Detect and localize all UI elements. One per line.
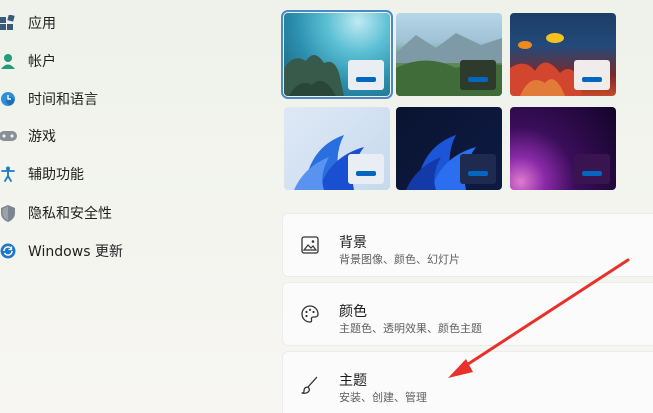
sidebar-item-label: 帐户 — [28, 54, 56, 70]
time-language-icon — [0, 89, 18, 109]
card-subtitle: 主题色、透明效果、颜色主题 — [339, 322, 482, 335]
window-preview — [348, 60, 384, 90]
sidebar-item-accounts[interactable]: 帐户 — [0, 46, 250, 76]
sidebar-item-label: 辅助功能 — [28, 167, 84, 183]
sidebar-item-gaming[interactable]: 游戏 — [0, 121, 250, 151]
sidebar-item-label: 隐私和安全性 — [28, 206, 112, 222]
window-preview — [574, 60, 610, 90]
theme-thumbnail-coral-reef[interactable] — [510, 13, 616, 96]
card-title: 颜色 — [339, 304, 367, 320]
themes-settings-card[interactable]: 主题 安装、创建、管理 — [282, 351, 653, 413]
accessibility-icon — [0, 164, 18, 184]
background-settings-card[interactable]: 背景 背景图像、颜色、幻灯片 — [282, 213, 653, 277]
card-title: 背景 — [339, 235, 367, 251]
account-icon — [0, 51, 18, 71]
settings-sidebar: 应用 帐户 时间和语言 游戏 辅助功能 隐私和安全性 Windows 更新 — [0, 0, 260, 413]
windows-update-icon — [0, 241, 18, 261]
colors-settings-card[interactable]: 颜色 主题色、透明效果、颜色主题 — [282, 282, 653, 346]
sidebar-item-accessibility[interactable]: 辅助功能 — [0, 159, 250, 189]
gaming-icon — [0, 126, 18, 146]
sidebar-item-label: Windows 更新 — [28, 244, 123, 260]
card-subtitle: 背景图像、颜色、幻灯片 — [339, 253, 460, 266]
image-icon — [301, 236, 321, 256]
brush-icon — [301, 376, 321, 396]
sidebar-item-privacy[interactable]: 隐私和安全性 — [0, 198, 250, 228]
card-title: 主题 — [339, 373, 367, 389]
theme-thumbnail-glow[interactable] — [510, 107, 616, 190]
sidebar-item-label: 时间和语言 — [28, 92, 98, 108]
sidebar-item-apps[interactable]: 应用 — [0, 8, 250, 38]
card-subtitle: 安装、创建、管理 — [339, 391, 427, 404]
window-preview — [460, 154, 496, 184]
theme-thumbnail-underwater[interactable] — [281, 10, 393, 99]
window-preview — [574, 154, 610, 184]
theme-thumbnail-landscape[interactable] — [396, 13, 502, 96]
palette-icon — [301, 305, 321, 325]
sidebar-item-label: 应用 — [28, 16, 56, 32]
sidebar-item-label: 游戏 — [28, 129, 56, 145]
apps-icon — [0, 13, 18, 33]
theme-thumbnail-windows-light[interactable] — [284, 107, 390, 190]
privacy-shield-icon — [0, 203, 18, 223]
window-preview — [348, 154, 384, 184]
theme-thumbnail-windows-dark[interactable] — [396, 107, 502, 190]
sidebar-item-windows-update[interactable]: Windows 更新 — [0, 236, 250, 266]
window-preview — [460, 60, 496, 90]
sidebar-item-time-language[interactable]: 时间和语言 — [0, 84, 250, 114]
